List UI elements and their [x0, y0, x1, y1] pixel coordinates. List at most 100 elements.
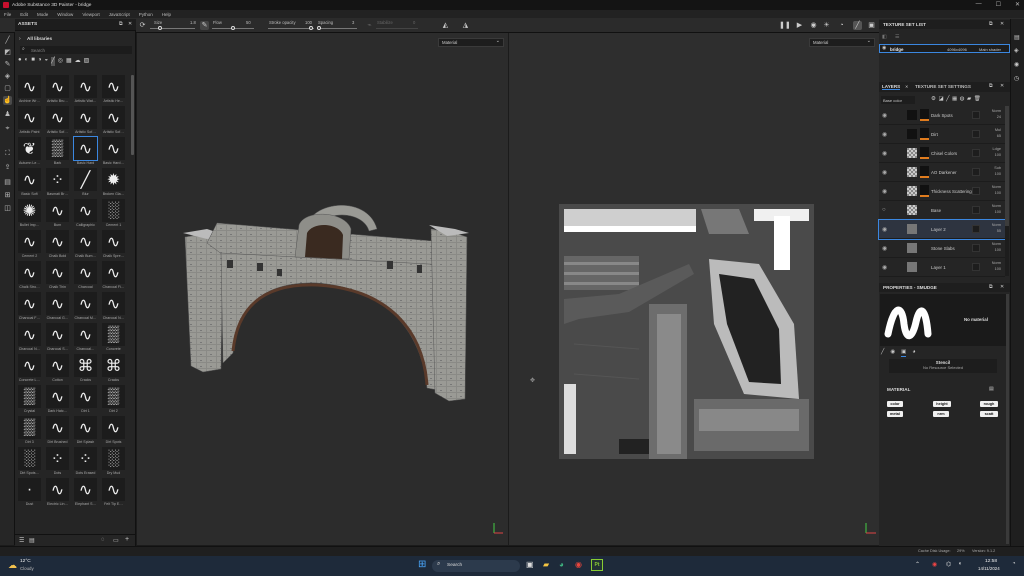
- asset-item[interactable]: ∿ Chalk Stro…: [17, 261, 42, 292]
- asset-item[interactable]: ∿ Dirt Splash: [73, 416, 98, 447]
- display-icon[interactable]: ⊞: [3, 191, 12, 200]
- menu-help[interactable]: Help: [162, 12, 171, 17]
- layers-panel-icon[interactable]: ◈: [1014, 47, 1019, 54]
- menu-python[interactable]: Python: [139, 12, 153, 17]
- spacing-slider[interactable]: [317, 26, 357, 30]
- layer-blend-mode[interactable]: Ldge 100: [993, 146, 1001, 158]
- layer-opacity-box[interactable]: [972, 130, 980, 138]
- add-folder-icon[interactable]: ▰: [967, 96, 971, 104]
- filter-env-icon[interactable]: ☁: [75, 57, 81, 66]
- asset-item[interactable]: ⁘ Basmati Br…: [45, 168, 70, 199]
- asset-item[interactable]: ▒ Crystal: [17, 385, 42, 416]
- tsl-eye-icon[interactable]: ◉: [882, 45, 886, 51]
- library-name[interactable]: All libraries: [27, 36, 52, 41]
- display-settings-icon[interactable]: ◉: [809, 21, 818, 30]
- layer-blend-mode[interactable]: Norm 24: [992, 108, 1001, 120]
- delete-layer-icon[interactable]: 🗑: [974, 96, 981, 104]
- geometry-icon[interactable]: ▢: [3, 84, 12, 93]
- tsl-settings-icon[interactable]: ◧: [882, 34, 887, 40]
- viewport-2d-channel-dropdown[interactable]: Material: [809, 38, 875, 47]
- asset-item[interactable]: ░ Cement 1: [101, 199, 126, 230]
- asset-item[interactable]: ∿ Elephant S…: [73, 478, 98, 509]
- layer-blend-mode[interactable]: Norm 100: [992, 203, 1001, 215]
- asset-item[interactable]: ▒ Concrete: [101, 323, 126, 354]
- chip-metal[interactable]: metal: [887, 411, 903, 417]
- filter-all-icon[interactable]: ●: [18, 57, 22, 66]
- viewport-2d-uv[interactable]: Material ✥: [509, 33, 879, 545]
- tab-layers[interactable]: LAYERS: [882, 84, 901, 90]
- asset-item[interactable]: ∿ Chalk Bold: [45, 230, 70, 261]
- asset-item[interactable]: ▒ Bark: [45, 137, 70, 168]
- start-icon[interactable]: ⊞: [418, 559, 426, 570]
- filter-alpha-icon[interactable]: ▨: [84, 57, 90, 66]
- panel-close-icon[interactable]: ✕: [128, 21, 132, 27]
- refresh-icon[interactable]: ◌: [101, 537, 105, 543]
- clone-icon[interactable]: ♟: [3, 110, 12, 119]
- asset-item[interactable]: ∿ Dirt 1: [73, 385, 98, 416]
- filter-filter-icon[interactable]: ◑: [38, 57, 42, 66]
- symmetry-icon[interactable]: ◭: [441, 21, 450, 30]
- alpha-tab-icon[interactable]: ◉: [890, 349, 895, 357]
- texture-set-row[interactable]: ◉ bridge 4096x4096 Main shader: [879, 44, 1010, 53]
- layer-scrollbar[interactable]: [1005, 106, 1009, 276]
- props-pin-icon[interactable]: ⧉: [989, 284, 993, 290]
- material-menu-icon[interactable]: ▤: [989, 386, 994, 392]
- layer-row[interactable]: ◉ Layer 1 Norm 100: [879, 258, 1005, 277]
- texture-set-list-icon[interactable]: ▤: [1014, 34, 1020, 41]
- tray-chevron-icon[interactable]: ⌃: [915, 561, 920, 568]
- smudge-icon[interactable]: ☝: [3, 96, 12, 105]
- projection-icon[interactable]: ✎: [3, 60, 12, 69]
- layer-opacity-box[interactable]: [972, 149, 980, 157]
- brush-tab-icon[interactable]: ╱: [881, 349, 884, 357]
- substance-painter-taskbar-icon[interactable]: Pt: [591, 559, 603, 571]
- layer-row[interactable]: ◉ Thickness Scattering Norm 100: [879, 182, 1005, 201]
- add-group-icon[interactable]: ◍: [960, 96, 965, 104]
- asset-item[interactable]: ⌘ Cracks: [73, 354, 98, 385]
- search-box[interactable]: ⌕ Search: [20, 46, 132, 54]
- asset-item[interactable]: ∿ Chalk Spre…: [101, 230, 126, 261]
- asset-item[interactable]: ∿ Basic Soft: [17, 168, 42, 199]
- menu-edit[interactable]: Edit: [20, 12, 28, 17]
- asset-item[interactable]: ∿ Concrete L…: [17, 354, 42, 385]
- layer-blend-mode[interactable]: Sub 100: [994, 165, 1001, 177]
- tsl-pin-icon[interactable]: ⧉: [989, 21, 993, 27]
- minimize-button[interactable]: —: [976, 1, 982, 8]
- camera-icon[interactable]: ▶: [795, 21, 804, 30]
- asset-item[interactable]: ∿ Artistic Bru…: [45, 75, 70, 106]
- properties-scrollbar[interactable]: [1006, 294, 1009, 544]
- layer-blend-mode[interactable]: Norm 100: [992, 260, 1001, 272]
- asset-item[interactable]: ░ Dry Mud: [101, 447, 126, 478]
- network-icon[interactable]: ⌬: [946, 561, 951, 568]
- sort-icon[interactable]: ☰: [19, 537, 24, 544]
- layer-visibility-icon[interactable]: ◉: [882, 169, 887, 176]
- brush-preset-icon[interactable]: ⟳: [138, 21, 147, 30]
- layer-visibility-icon[interactable]: ◉: [882, 150, 887, 157]
- history-panel-icon[interactable]: ◷: [1014, 75, 1019, 82]
- chip-height[interactable]: height: [933, 401, 951, 407]
- asset-item[interactable]: ▒ Dirt 2: [101, 385, 126, 416]
- asset-item[interactable]: ⌘ Cracks: [101, 354, 126, 385]
- layer-opacity-box[interactable]: [972, 263, 980, 271]
- asset-item[interactable]: ∿ Cement 2: [17, 230, 42, 261]
- lazy-mouse-icon[interactable]: ⌁: [365, 21, 374, 30]
- library-expand-icon[interactable]: ›: [19, 36, 21, 42]
- layer-opacity-value[interactable]: 100: [993, 152, 1001, 158]
- filter-smart-icon[interactable]: ■: [31, 57, 35, 66]
- props-close-icon[interactable]: ✕: [1000, 284, 1004, 290]
- layer-opacity-box[interactable]: [972, 206, 980, 214]
- add-mask-icon[interactable]: ◪: [938, 96, 943, 104]
- search-input[interactable]: Search: [31, 48, 45, 53]
- filter-brush-icon[interactable]: ╱: [51, 57, 55, 66]
- menu-javascript[interactable]: JavaScript: [109, 12, 130, 17]
- layer-opacity-value[interactable]: 100: [992, 247, 1001, 253]
- mirror-icon[interactable]: ◮: [461, 21, 470, 30]
- pin-icon[interactable]: ⧉: [119, 21, 123, 27]
- taskbar-search[interactable]: ⌕ Search: [432, 560, 520, 572]
- asset-item[interactable]: ∿ Charcoal F…: [17, 292, 42, 323]
- layer-opacity-value[interactable]: 100: [992, 266, 1001, 272]
- close-button[interactable]: ✕: [1015, 1, 1020, 8]
- chip-rough[interactable]: rough: [980, 401, 998, 407]
- layer-opacity-value[interactable]: 100: [992, 190, 1001, 196]
- paint-brush-icon[interactable]: ╱: [3, 36, 12, 45]
- asset-item[interactable]: ✺ Bullet Imp…: [17, 199, 42, 230]
